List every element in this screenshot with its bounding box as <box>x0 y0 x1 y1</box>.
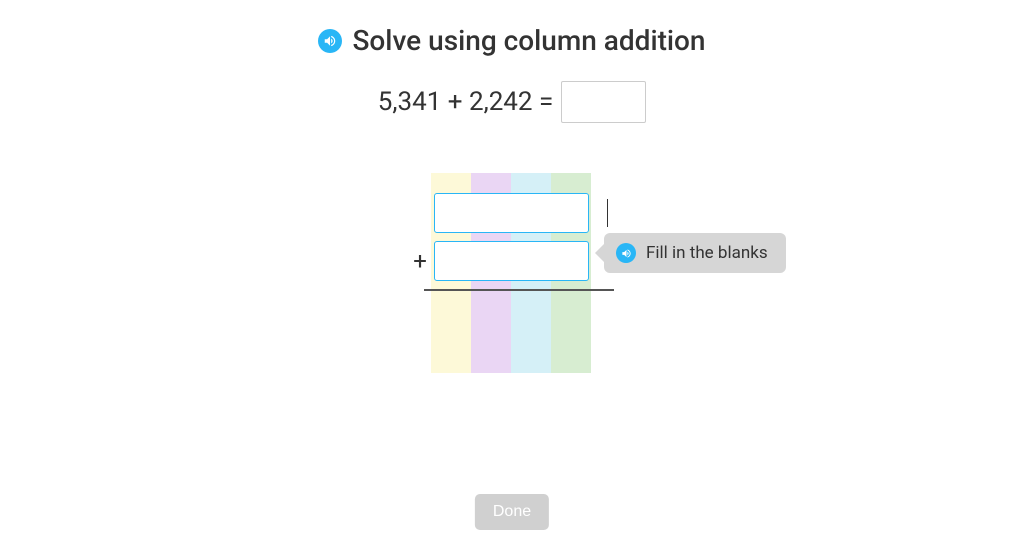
addend-row-2: + <box>410 241 614 281</box>
plus-sign: + <box>410 247 430 275</box>
answer-input[interactable] <box>561 81 646 123</box>
equation-row: 5,341 + 2,242 = <box>0 81 1024 123</box>
addition-layout: + <box>410 193 614 291</box>
audio-icon[interactable] <box>318 29 342 53</box>
equation-text: 5,341 + 2,242 = <box>378 87 554 117</box>
title-row: Solve using column addition <box>0 0 1024 57</box>
addend1-input[interactable] <box>434 193 589 233</box>
sum-line <box>424 289 614 291</box>
addend2-input[interactable] <box>434 241 589 281</box>
hint-text: Fill in the blanks <box>646 243 768 263</box>
addend-row-1 <box>434 193 614 233</box>
hint-tooltip: Fill in the blanks <box>604 233 786 273</box>
audio-icon[interactable] <box>616 243 636 263</box>
text-cursor <box>607 199 609 227</box>
done-button[interactable]: Done <box>475 494 549 530</box>
page-title: Solve using column addition <box>352 24 705 57</box>
